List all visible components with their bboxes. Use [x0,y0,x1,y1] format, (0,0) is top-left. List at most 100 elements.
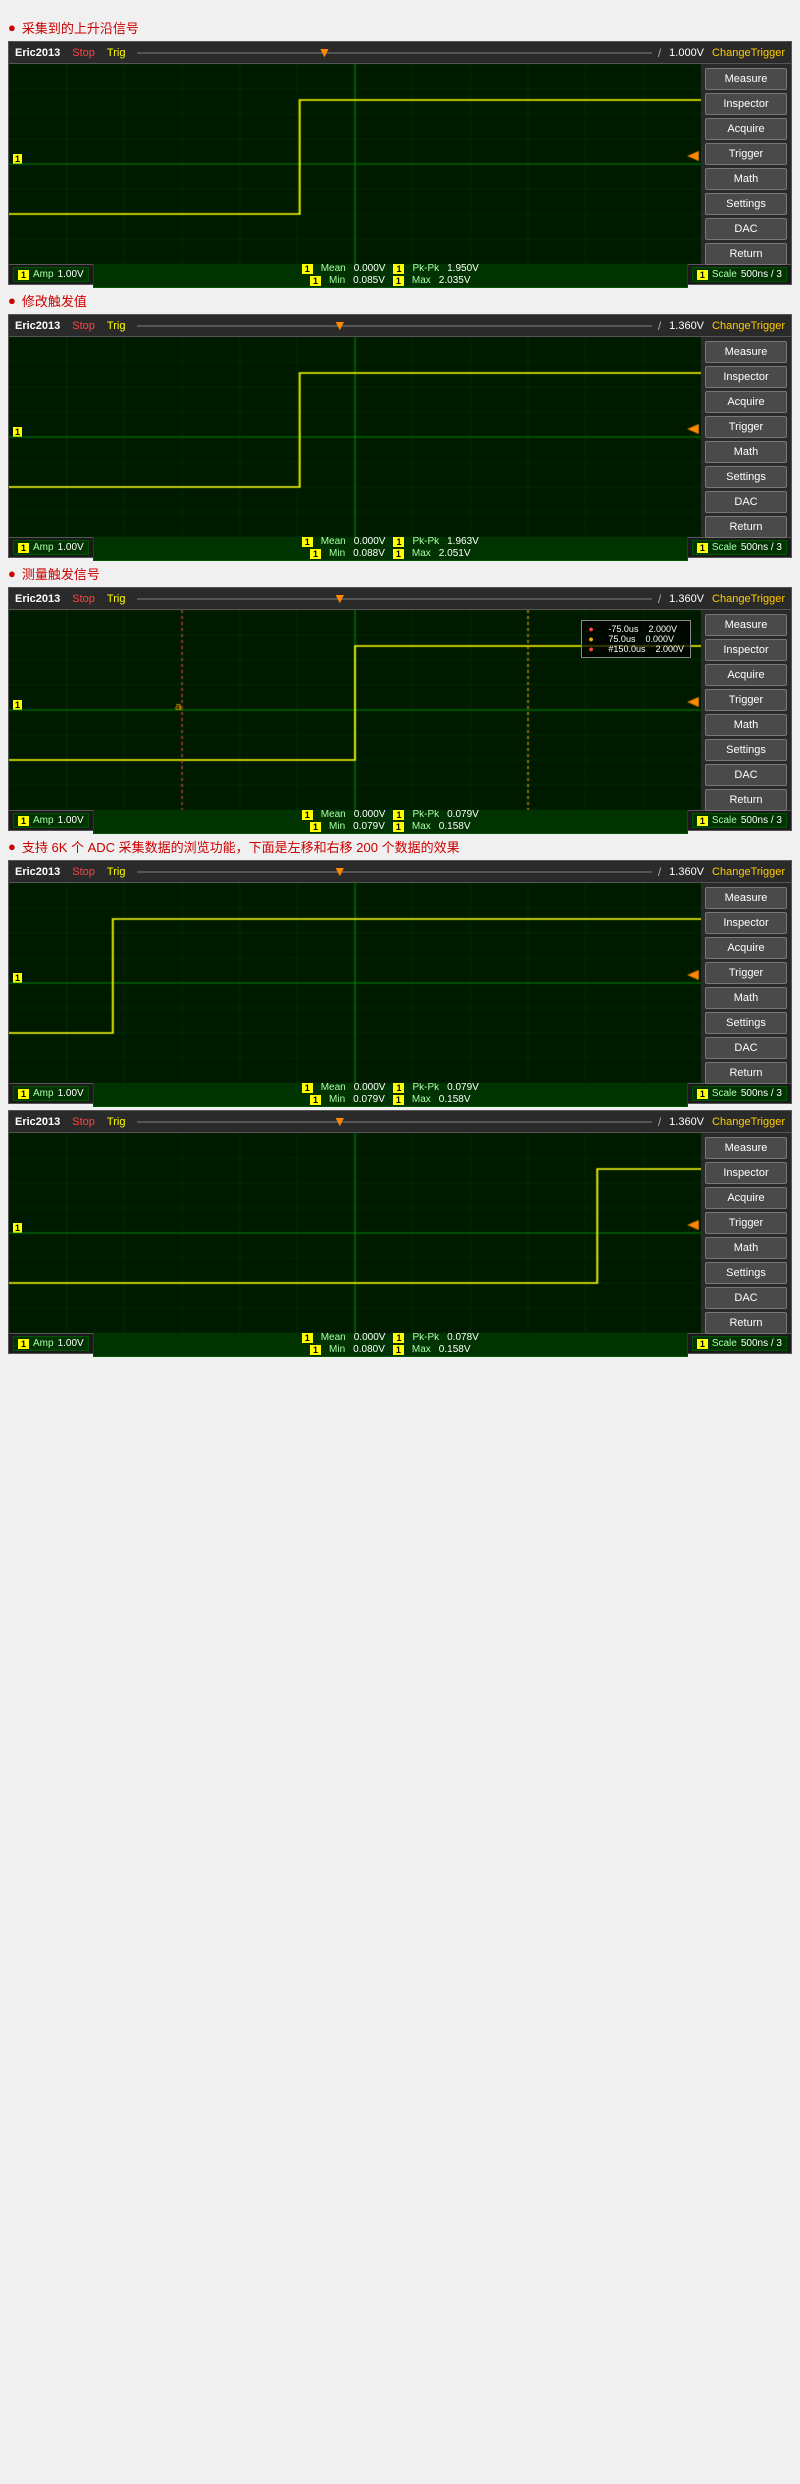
scope-body-1: 1Measure Inspector Acquire Trigger Math Setti… [9,337,791,537]
btn-measure[interactable]: Measure [705,68,787,90]
scope-brand: Eric2013 [15,866,60,878]
footer-amp: 1Amp1.00V [13,813,89,828]
scope-changetrigger: ChangeTrigger [712,320,785,332]
scope-changetrigger: ChangeTrigger [712,47,785,59]
scope-screen-3: 1 [9,883,701,1083]
btn-trigger[interactable]: Trigger [705,1212,787,1234]
cursor-row: ●75.0us0.000V [588,634,684,644]
scope-screen-1: 1 [9,337,701,537]
btn-inspector[interactable]: Inspector [705,1162,787,1184]
scope-buttons-2: Measure Inspector Acquire Trigger Math Settin… [701,610,791,810]
btn-settings[interactable]: Settings [705,466,787,488]
btn-settings[interactable]: Settings [705,1012,787,1034]
scope-panel-0: Eric2013StopTrig▼/1.000VChangeTrigger1Me… [8,41,792,285]
scope-body-0: 1MeasureInspectorAcquireTriggerMathSetti… [9,64,791,264]
scope-footer-4: 1Amp1.00V1Mean0.000V1Pk-Pk0.078V1Min0.08… [9,1333,791,1353]
btn-measure[interactable]: Measure [705,1137,787,1159]
scope-buttons-1: Measure Inspector Acquire Trigger Math Settin… [701,337,791,537]
section-label-3: 支持 6K 个 ADC 采集数据的浏览功能，下面是左移和右移 200 个数据的效… [8,837,792,856]
scope-body-4: 1Measure Inspector Acquire Trigger Math Setti… [9,1133,791,1333]
trigger-line-area: ▼/ [137,1115,661,1129]
section-label-0: 采集到的上升沿信号 [8,18,792,37]
btn-dac[interactable]: DAC [705,1287,787,1309]
btn-inspector[interactable]: Inspector [705,912,787,934]
scope-voltage: 1.360V [669,593,704,605]
section-2: 测量触发信号Eric2013StopTrig▼/1.360VChangeTrig… [8,564,792,831]
trigger-line-area: ▼/ [137,865,661,879]
footer-amp: 1Amp1.00V [13,540,89,555]
btn-measure[interactable]: Measure [705,341,787,363]
cursor-row: ●#150.0us2.000V [588,644,684,654]
scope-trig: Trig [107,593,126,605]
scope-footer-1: 1Amp1.00V1Mean0.000V1Pk-Pk1.963V1Min0.08… [9,537,791,557]
waveform-canvas [9,1133,701,1333]
cursor-row: ●-75.0us2.000V [588,624,684,634]
scope-brand: Eric2013 [15,593,60,605]
btn-math[interactable]: Math [705,168,787,190]
section-1: 修改触发值Eric2013StopTrig▼/1.360VChangeTrigg… [8,291,792,558]
btn-acquire[interactable]: Acquire [705,118,787,140]
btn-dac[interactable]: DAC [705,491,787,513]
btn-trigger[interactable]: Trigger [705,143,787,165]
btn-return[interactable]: Return [705,243,787,265]
footer-scale: 1Scale500ns / 3 [692,813,787,828]
scope-status: Stop [72,866,95,878]
scope-body-3: 1Measure Inspector Acquire Trigger Math Setti… [9,883,791,1083]
btn-trigger[interactable]: Trigger [705,416,787,438]
footer-middle: 1Mean0.000V1Pk-Pk0.079V1Min0.079V1Max0.1… [93,807,688,834]
btn-acquire[interactable]: Acquire [705,664,787,686]
section-4: Eric2013StopTrig▼/1.360VChangeTrigger1Me… [8,1110,792,1354]
btn-trigger[interactable]: Trigger [705,689,787,711]
btn-settings[interactable]: Settings [705,193,787,215]
trigger-line-area: ▼/ [137,46,661,60]
btn-acquire[interactable]: Acquire [705,937,787,959]
btn-return[interactable]: Return [705,516,787,538]
footer-scale: 1Scale500ns / 3 [692,267,787,282]
btn-math[interactable]: Math [705,441,787,463]
scope-panel-1: Eric2013StopTrig▼/1.360VChangeTrigger1Me… [8,314,792,558]
footer-amp: 1Amp1.00V [13,1086,89,1101]
btn-acquire[interactable]: Acquire [705,391,787,413]
btn-acquire[interactable]: Acquire [705,1187,787,1209]
footer-middle: 1Mean0.000V1Pk-Pk0.078V1Min0.080V1Max0.1… [93,1330,688,1357]
footer-middle: 1Mean0.000V1Pk-Pk1.950V1Min0.085V1Max2.0… [93,261,688,288]
section-label-1: 修改触发值 [8,291,792,310]
btn-measure[interactable]: Measure [705,887,787,909]
scope-panel-2: Eric2013StopTrig▼/1.360VChangeTrigger1●-… [8,587,792,831]
scope-header-1: Eric2013StopTrig▼/1.360VChangeTrigger [9,315,791,337]
btn-return[interactable]: Return [705,789,787,811]
btn-settings[interactable]: Settings [705,1262,787,1284]
scope-changetrigger: ChangeTrigger [712,866,785,878]
scope-trig: Trig [107,320,126,332]
scope-voltage: 1.360V [669,866,704,878]
btn-trigger[interactable]: Trigger [705,962,787,984]
btn-measure[interactable]: Measure [705,614,787,636]
scope-screen-4: 1 [9,1133,701,1333]
btn-return[interactable]: Return [705,1312,787,1334]
scope-status: Stop [72,593,95,605]
scope-panel-3: Eric2013 Stop Trig ▼/ 1.360V ChangeTrigger 1Me… [8,860,792,1104]
btn-math[interactable]: Math [705,1237,787,1259]
btn-settings[interactable]: Settings [705,739,787,761]
btn-dac[interactable]: DAC [705,1037,787,1059]
section-label-2: 测量触发信号 [8,564,792,583]
scope-brand: Eric2013 [15,47,60,59]
scope-panel-4: Eric2013StopTrig▼/1.360VChangeTrigger1Me… [8,1110,792,1354]
waveform-canvas [9,883,701,1083]
btn-inspector[interactable]: Inspector [705,93,787,115]
btn-math[interactable]: Math [705,714,787,736]
scope-brand: Eric2013 [15,1116,60,1128]
scope-buttons-3: Measure Inspector Acquire Trigger Math Settin… [701,883,791,1083]
btn-inspector[interactable]: Inspector [705,366,787,388]
footer-scale: 1Scale500ns / 3 [692,1336,787,1351]
btn-return[interactable]: Return [705,1062,787,1084]
scope-status: Stop [72,320,95,332]
scope-header-4: Eric2013StopTrig▼/1.360VChangeTrigger [9,1111,791,1133]
scope-footer-2: 1Amp1.00V1Mean0.000V1Pk-Pk0.079V1Min0.07… [9,810,791,830]
btn-math[interactable]: Math [705,987,787,1009]
btn-inspector[interactable]: Inspector [705,639,787,661]
btn-dac[interactable]: DAC [705,218,787,240]
scope-trig: Trig [107,866,126,878]
btn-dac[interactable]: DAC [705,764,787,786]
scope-footer-3: 1Amp1.00V1Mean0.000V1Pk-Pk0.079V1Min0.07… [9,1083,791,1103]
